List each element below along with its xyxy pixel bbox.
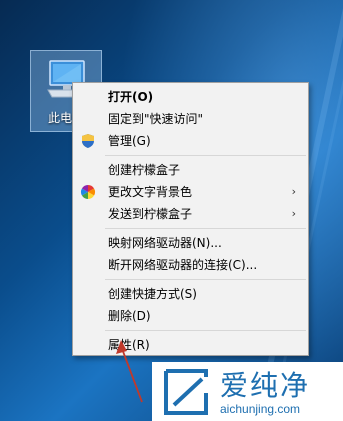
menu-item-label: 创建柠檬盒子 [108,163,181,177]
menu-item-label: 管理(G) [108,134,151,148]
shield-icon [82,134,94,148]
menu-item-create-lemon-box[interactable]: 创建柠檬盒子 [73,159,308,181]
watermark-url: aichunjing.com [220,402,301,416]
chevron-right-icon: › [291,207,296,220]
site-logo-icon [164,369,208,415]
menu-item-label: 断开网络驱动器的连接(C)... [108,258,258,272]
menu-item-label: 打开(O) [108,90,154,104]
color-wheel-icon [81,185,95,199]
menu-item-pin-quick-access[interactable]: 固定到"快速访问" [73,108,308,130]
chevron-right-icon: › [291,185,296,198]
menu-item-disconnect-network-drive[interactable]: 断开网络驱动器的连接(C)... [73,254,308,276]
menu-item-label: 固定到"快速访问" [108,112,204,126]
menu-item-map-network-drive[interactable]: 映射网络驱动器(N)... [73,232,308,254]
menu-item-properties[interactable]: 属性(R) [73,334,308,356]
annotation-arrow-icon [116,340,143,403]
menu-item-label: 创建快捷方式(S) [108,287,197,301]
menu-separator [105,279,306,280]
menu-separator [105,228,306,229]
menu-item-delete[interactable]: 删除(D) [73,305,308,327]
menu-item-send-to-lemon-box[interactable]: 发送到柠檬盒子 › [73,203,308,225]
menu-item-label: 发送到柠檬盒子 [108,207,193,221]
menu-item-label: 映射网络驱动器(N)... [108,236,222,250]
menu-item-label: 更改文字背景色 [108,185,193,199]
menu-separator [105,330,306,331]
menu-item-label: 删除(D) [108,309,151,323]
menu-item-create-shortcut[interactable]: 创建快捷方式(S) [73,283,308,305]
menu-item-open[interactable]: 打开(O) [73,86,308,108]
site-watermark: 爱纯净 aichunjing.com [152,362,343,421]
menu-item-change-text-bg-color[interactable]: 更改文字背景色 › [73,181,308,203]
context-menu: 打开(O) 固定到"快速访问" 管理(G) 创建柠檬盒子 更改文字背景色 › 发… [72,82,309,356]
menu-separator [105,155,306,156]
menu-item-manage[interactable]: 管理(G) [73,130,308,152]
watermark-title: 爱纯净 [220,369,311,402]
